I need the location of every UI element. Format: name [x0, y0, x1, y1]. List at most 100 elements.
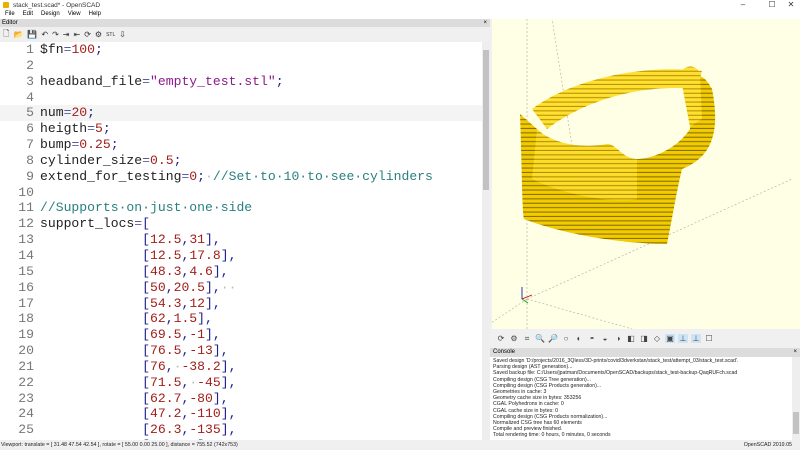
view-front-icon[interactable]: ◧ — [626, 334, 636, 343]
menu-help[interactable]: Help — [89, 10, 101, 19]
menu-file[interactable]: File — [5, 10, 15, 19]
code-token: bump — [40, 137, 72, 153]
code-line[interactable]: 4 — [0, 90, 482, 106]
indent-icon[interactable]: ⇥ — [63, 30, 70, 39]
code-line[interactable]: 19 [69.5, -1], — [0, 327, 482, 343]
code-token: 5 — [95, 121, 103, 137]
unindent-icon[interactable]: ⇤ — [73, 30, 80, 39]
reset-view-icon[interactable]: ○ — [561, 334, 571, 343]
code-line[interactable]: 22 [71.5, · -45], — [0, 375, 482, 391]
orthogonal-icon[interactable]: ▣ — [665, 334, 675, 343]
view-all-icon[interactable]: ⌗ — [522, 334, 532, 344]
line-number: 23 — [18, 390, 34, 406]
code-line[interactable]: 17 [54.3, 12], — [0, 296, 482, 312]
zoom-in-icon[interactable]: 🔍 — [535, 334, 545, 343]
line-number: 17 — [18, 295, 34, 311]
show-scale-icon[interactable]: ⊥ — [691, 334, 701, 343]
line-number: 26 — [0, 438, 40, 440]
line-number: 16 — [18, 279, 34, 295]
code-line[interactable]: 16 [50, 20.5], ·· — [0, 280, 482, 296]
new-icon[interactable]: 🗋 — [3, 28, 9, 42]
code-token: "empty_test.stl" — [150, 73, 276, 89]
3d-viewport[interactable] — [492, 19, 800, 329]
menu-edit[interactable]: Edit — [23, 10, 33, 19]
preview-icon[interactable]: ⟳ — [496, 334, 506, 343]
editor-close-button[interactable]: × — [483, 19, 487, 27]
redo-icon[interactable]: ↷ — [52, 30, 59, 39]
send-to-print-icon[interactable]: ⇩ — [119, 30, 126, 39]
view-left-icon[interactable]: ◑ — [613, 334, 623, 343]
code-line[interactable]: 20 [76.5, -13], — [0, 343, 482, 359]
code-line[interactable]: 26 [0,-140], — [0, 438, 482, 440]
code-token: , — [181, 247, 190, 263]
code-line[interactable]: 10 — [0, 185, 482, 201]
open-icon[interactable]: 📂 — [13, 30, 23, 39]
viewer-toolbar: ⟳ ⚙ ⌗ 🔍 🔎 ○ ◐ ◓ ◒ ◑ ◧ ◨ ◇ ▣ ⊥ ⊥ ☐ — [492, 330, 800, 347]
code-line[interactable]: 6 heigth = 5; — [0, 121, 482, 137]
code-token: ], — [205, 295, 221, 311]
code-line[interactable]: 2 — [0, 58, 482, 74]
code-token: [ — [142, 263, 151, 279]
preview-icon[interactable]: ⟳ — [84, 30, 91, 39]
view-bottom-icon[interactable]: ◒ — [600, 334, 610, 343]
editor-toolbar: 🗋 📂 💾 ↶ ↷ ⇥ ⇤ ⟳ ⚙ STL ⇩ — [0, 28, 490, 41]
editor-title: Editor — [2, 20, 18, 26]
code-line[interactable]: 25 [26.3, -135], — [0, 422, 482, 438]
code-line[interactable]: 14 [12.5, 17.8], — [0, 248, 482, 264]
undo-icon[interactable]: ↶ — [41, 30, 48, 39]
save-icon[interactable]: 💾 — [27, 30, 37, 39]
code-line[interactable]: 1 $fn = 100; — [0, 42, 482, 58]
code-line[interactable]: 5 num = 20; — [0, 105, 482, 122]
code-line[interactable]: 13 [12.5, 31], — [0, 232, 482, 248]
code-line[interactable]: 23 [62.7, -80], — [0, 391, 482, 407]
code-line[interactable]: 8 cylinder_size = 0.5; — [0, 153, 482, 169]
code-token: , — [165, 358, 174, 374]
line-number: 13 — [18, 232, 34, 248]
console-scrollbar[interactable] — [792, 357, 800, 440]
code-line[interactable]: 3 headband_file = "empty_test.stl"; — [0, 74, 482, 90]
line-number: 21 — [18, 358, 34, 374]
menu-view[interactable]: View — [68, 10, 81, 19]
code-line[interactable]: 21 [76, · -38.2], — [0, 359, 482, 375]
maximize-button[interactable]: ☐ — [762, 0, 782, 9]
minimize-button[interactable]: – — [733, 0, 753, 9]
code-token: 12.5 — [150, 232, 182, 248]
line-number: 15 — [18, 263, 34, 279]
show-axes-icon[interactable]: ⊥ — [678, 334, 688, 343]
menu-bar: File Edit Design View Help — [0, 10, 800, 19]
close-button[interactable]: ✕ — [781, 0, 800, 9]
code-token: $fn — [40, 42, 64, 57]
code-token: = — [142, 152, 151, 168]
code-line[interactable]: 12 support_locs =[ — [0, 216, 482, 232]
editor-scrollbar[interactable] — [482, 42, 490, 440]
zoom-out-icon[interactable]: 🔎 — [548, 334, 558, 343]
code-token: 62.7 — [150, 390, 182, 406]
show-edges-icon[interactable]: ☐ — [704, 334, 714, 343]
code-token: 48.3 — [150, 263, 182, 279]
scrollbar-thumb[interactable] — [793, 412, 799, 434]
view-back-icon[interactable]: ◨ — [639, 334, 649, 343]
scrollbar-thumb[interactable] — [483, 50, 489, 190]
code-token: ; — [275, 73, 284, 89]
console-close-button[interactable]: × — [793, 348, 797, 357]
code-line[interactable]: 15 [48.3, 4.6], — [0, 264, 482, 280]
code-token: , — [181, 422, 190, 438]
code-line[interactable]: 9 extend_for_testing = 0; ·//Set·to·10·to·se… — [0, 169, 482, 185]
code-editor[interactable]: 1 $fn = 100; 2 3 headband_file = "empty_test.stl… — [0, 42, 482, 440]
code-token: -45 — [197, 374, 221, 390]
code-token: 12.5 — [150, 247, 182, 263]
code-line[interactable]: 7 bump = 0.25; — [0, 137, 482, 153]
render-icon[interactable]: ⚙ — [95, 30, 102, 39]
menu-design[interactable]: Design — [41, 10, 60, 19]
render-icon[interactable]: ⚙ — [509, 334, 519, 343]
code-token: · — [205, 168, 213, 184]
code-token: [ — [142, 279, 151, 295]
code-line[interactable]: 11 //Supports·on·just·one·side — [0, 200, 482, 216]
export-stl-icon[interactable]: STL — [106, 32, 115, 38]
code-line[interactable]: 18 [62, 1.5], — [0, 311, 482, 327]
perspective-icon[interactable]: ◇ — [652, 334, 662, 343]
view-right-icon[interactable]: ◐ — [574, 334, 584, 343]
line-number: 9 — [26, 168, 34, 184]
view-top-icon[interactable]: ◓ — [587, 334, 597, 343]
code-line[interactable]: 24 [47.2, -110], — [0, 406, 482, 422]
